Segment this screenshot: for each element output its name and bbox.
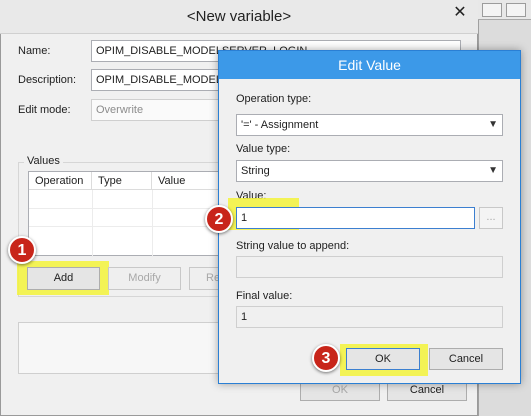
- values-grid[interactable]: Operation Type Value: [28, 171, 229, 257]
- step-marker-3: 3: [312, 344, 340, 372]
- browse-button: ...: [479, 207, 503, 229]
- result-value-box: [18, 322, 223, 374]
- column-header-type[interactable]: Type: [92, 172, 152, 190]
- grid-row-line: [29, 208, 229, 209]
- step-marker-1: 1: [8, 236, 36, 264]
- value-type-label: Value type:: [236, 143, 291, 155]
- window-title: <New variable>: [186, 8, 292, 25]
- edit-mode-label: Edit mode:: [18, 104, 71, 116]
- grid-row-line: [29, 226, 229, 227]
- operation-type-label: Operation type:: [236, 93, 312, 105]
- grid-col-line: [152, 190, 153, 257]
- background-tab[interactable]: [482, 3, 502, 17]
- ok-button[interactable]: OK: [346, 348, 420, 370]
- operation-type-select[interactable]: '=' - Assignment ▼: [236, 114, 503, 136]
- dialog-title: Edit Value: [338, 57, 401, 73]
- description-label: Description:: [18, 74, 77, 86]
- background-tab[interactable]: [506, 3, 526, 17]
- values-group-label: Values: [24, 155, 63, 167]
- value-type-value: String: [241, 165, 270, 177]
- value-input[interactable]: 1: [236, 207, 475, 229]
- step-marker-2: 2: [205, 205, 233, 233]
- add-button[interactable]: Add: [27, 267, 100, 290]
- grid-col-line: [92, 190, 93, 257]
- string-append-label: String value to append:: [236, 240, 350, 252]
- close-icon[interactable]: ✕: [443, 0, 477, 28]
- cancel-button[interactable]: Cancel: [429, 348, 503, 370]
- name-label: Name:: [18, 45, 51, 57]
- operation-type-value: '=' - Assignment: [241, 119, 319, 131]
- modify-button: Modify: [108, 267, 181, 290]
- value-type-select[interactable]: String ▼: [236, 160, 503, 182]
- chevron-down-icon: ▼: [488, 119, 498, 130]
- column-header-operation[interactable]: Operation: [29, 172, 92, 190]
- final-value-label: Final value:: [236, 290, 293, 302]
- final-value-field: 1: [236, 306, 503, 328]
- chevron-down-icon: ▼: [488, 165, 498, 176]
- string-append-input: [236, 256, 503, 278]
